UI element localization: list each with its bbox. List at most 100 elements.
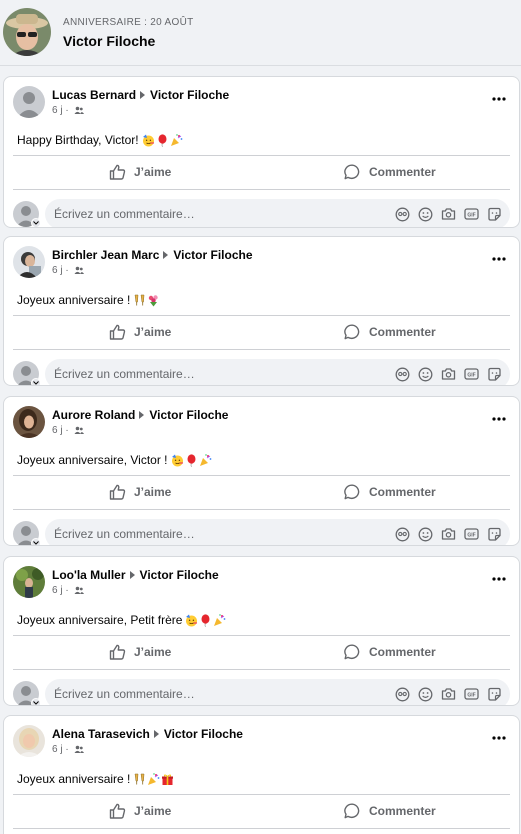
post-time[interactable]: 6 j ·	[52, 744, 69, 755]
camera-icon[interactable]	[440, 366, 456, 382]
svg-text:GIF: GIF	[467, 372, 475, 378]
author-avatar[interactable]	[13, 246, 45, 278]
more-options-icon[interactable]	[491, 91, 507, 107]
post-time[interactable]: 6 j ·	[52, 585, 69, 596]
chevron-down-icon[interactable]	[31, 218, 41, 227]
sticker-icon[interactable]	[486, 686, 502, 702]
more-options-icon[interactable]	[491, 251, 507, 267]
like-label: J’aime	[134, 645, 172, 659]
post-time[interactable]: 6 j ·	[52, 425, 69, 436]
birthday-post: Aurore Roland Victor Filoche 6 j · Joyeu…	[3, 396, 520, 546]
caret-right-icon	[139, 411, 145, 419]
gif-icon[interactable]: GIF	[463, 526, 479, 542]
camera-icon[interactable]	[440, 526, 456, 542]
divider	[13, 475, 510, 476]
emoji-icon[interactable]	[417, 686, 433, 702]
post-meta: 6 j ·	[52, 744, 84, 755]
gif-icon[interactable]: GIF	[463, 206, 479, 222]
recipient-name[interactable]: Victor Filoche	[140, 568, 219, 582]
post-time[interactable]: 6 j ·	[52, 265, 69, 276]
birthday-person-name[interactable]: Victor Filoche	[63, 33, 155, 49]
comment-button[interactable]: Commenter	[344, 638, 436, 666]
sticker-icon[interactable]	[486, 366, 502, 382]
chevron-down-icon[interactable]	[31, 698, 41, 705]
author-avatar[interactable]	[13, 725, 45, 757]
more-options-icon[interactable]	[491, 411, 507, 427]
comment-tools: GIF	[394, 686, 502, 702]
more-options-icon[interactable]	[491, 730, 507, 746]
emoji-group	[142, 133, 183, 147]
camera-icon[interactable]	[440, 686, 456, 702]
partying-face-icon	[186, 614, 198, 626]
post-message: Happy Birthday, Victor!	[17, 133, 183, 147]
comment-bubble-icon	[344, 164, 360, 180]
chevron-down-icon[interactable]	[31, 378, 41, 385]
recipient-name[interactable]: Victor Filoche	[150, 88, 229, 102]
post-meta: 6 j ·	[52, 585, 84, 596]
emoji-icon[interactable]	[417, 526, 433, 542]
post-title: Loo'la Muller Victor Filoche	[52, 568, 219, 582]
recipient-name[interactable]: Victor Filoche	[149, 408, 228, 422]
sticker-icon[interactable]	[486, 206, 502, 222]
comment-bubble-icon	[344, 324, 360, 340]
author-name[interactable]: Birchler Jean Marc	[52, 248, 159, 262]
avatar-sticker-icon[interactable]	[394, 526, 410, 542]
author-name[interactable]: Lucas Bernard	[52, 88, 136, 102]
post-text: Joyeux anniversaire !	[17, 772, 131, 786]
more-options-icon[interactable]	[491, 571, 507, 587]
comment-label: Commenter	[369, 165, 436, 179]
comment-label: Commenter	[369, 804, 436, 818]
recipient-name[interactable]: Victor Filoche	[173, 248, 252, 262]
comment-button[interactable]: Commenter	[344, 158, 436, 186]
sticker-icon[interactable]	[486, 526, 502, 542]
like-button[interactable]: J’aime	[109, 797, 171, 825]
post-time[interactable]: 6 j ·	[52, 105, 69, 116]
author-name[interactable]: Loo'la Muller	[52, 568, 126, 582]
like-button[interactable]: J’aime	[109, 638, 171, 666]
birthday-post: Loo'la Muller Victor Filoche 6 j · Joyeu…	[3, 556, 520, 706]
comment-label: Commenter	[369, 485, 436, 499]
party-popper-icon	[214, 613, 226, 626]
post-meta: 6 j ·	[52, 105, 84, 116]
caret-right-icon	[129, 571, 135, 579]
profile-avatar[interactable]	[3, 8, 51, 56]
emoji-icon[interactable]	[417, 366, 433, 382]
gif-icon[interactable]: GIF	[463, 686, 479, 702]
like-button[interactable]: J’aime	[109, 478, 171, 506]
comment-button[interactable]: Commenter	[344, 797, 436, 825]
author-avatar[interactable]	[13, 566, 45, 598]
party-popper-icon	[199, 453, 211, 466]
like-button[interactable]: J’aime	[109, 318, 171, 346]
emoji-icon[interactable]	[417, 206, 433, 222]
avatar-sticker-icon[interactable]	[394, 686, 410, 702]
author-name[interactable]: Aurore Roland	[52, 408, 135, 422]
like-label: J’aime	[134, 485, 172, 499]
divider	[13, 189, 510, 190]
post-meta: 6 j ·	[52, 265, 84, 276]
post-message: Joyeux anniversaire !	[17, 293, 160, 307]
balloon-icon	[201, 613, 210, 627]
chevron-down-icon[interactable]	[31, 538, 41, 545]
author-avatar[interactable]	[13, 406, 45, 438]
camera-icon[interactable]	[440, 206, 456, 222]
post-message: Joyeux anniversaire, Petit frère	[17, 613, 226, 627]
author-name[interactable]: Alena Tarasevich	[52, 727, 150, 741]
like-label: J’aime	[134, 165, 172, 179]
divider	[13, 315, 510, 316]
comment-button[interactable]: Commenter	[344, 478, 436, 506]
balloon-icon	[187, 453, 196, 467]
like-button[interactable]: J’aime	[109, 158, 171, 186]
like-label: J’aime	[134, 804, 172, 818]
comment-bubble-icon	[344, 803, 360, 819]
comment-composer: Écrivez un commentaire… GIF	[12, 519, 510, 545]
recipient-name[interactable]: Victor Filoche	[164, 727, 243, 741]
gif-icon[interactable]: GIF	[463, 366, 479, 382]
svg-text:GIF: GIF	[467, 692, 475, 698]
thumbs-up-icon	[109, 164, 126, 180]
avatar-sticker-icon[interactable]	[394, 206, 410, 222]
avatar-sticker-icon[interactable]	[394, 366, 410, 382]
comment-button[interactable]: Commenter	[344, 318, 436, 346]
svg-text:GIF: GIF	[467, 532, 475, 538]
author-avatar[interactable]	[13, 86, 45, 118]
divider	[13, 509, 510, 510]
